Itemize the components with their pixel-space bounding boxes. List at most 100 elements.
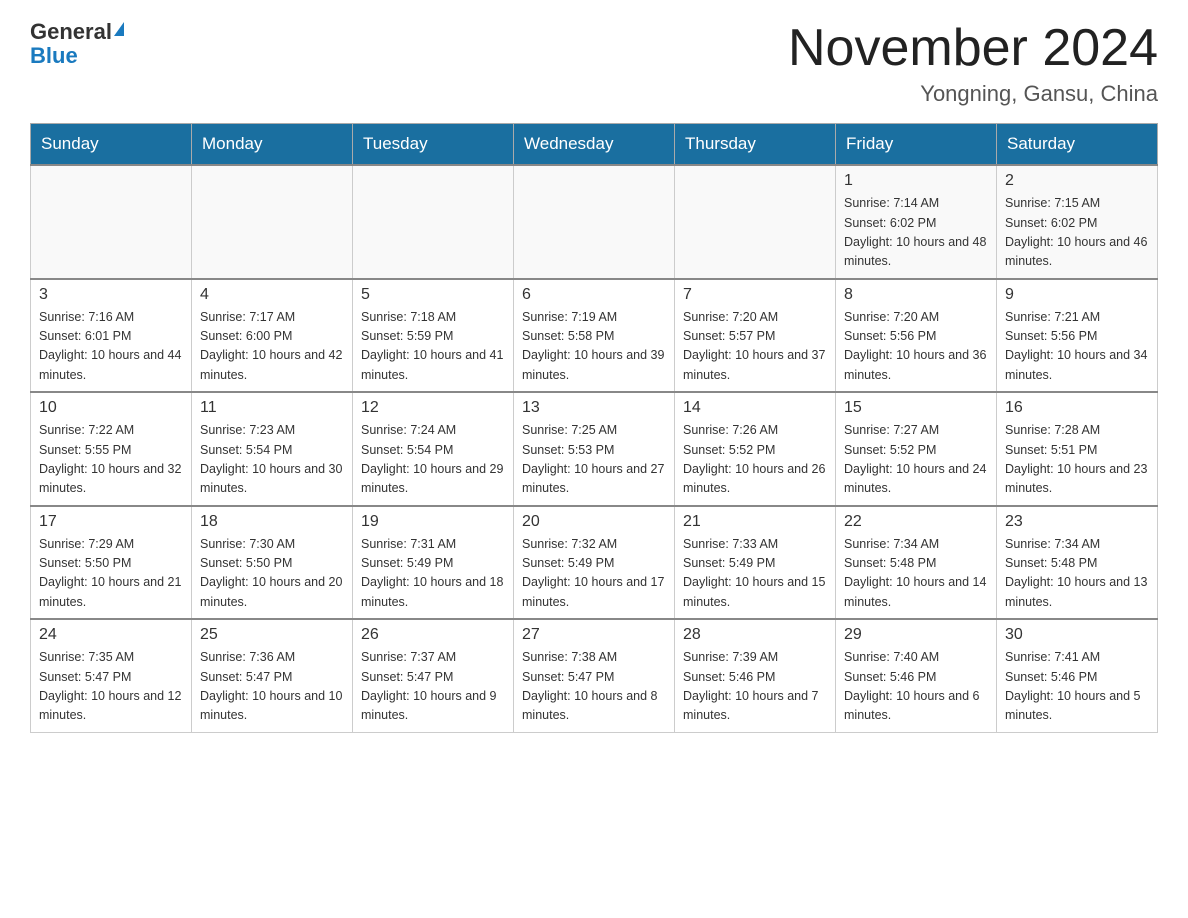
day-info-5: Sunrise: 7:18 AM Sunset: 5:59 PM Dayligh…: [361, 308, 505, 386]
day-number-27: 27: [522, 626, 666, 644]
day-cell-3-5: 22Sunrise: 7:34 AM Sunset: 5:48 PM Dayli…: [836, 506, 997, 620]
day-number-8: 8: [844, 286, 988, 304]
calendar-table: Sunday Monday Tuesday Wednesday Thursday…: [30, 123, 1158, 733]
day-info-2: Sunrise: 7:15 AM Sunset: 6:02 PM Dayligh…: [1005, 194, 1149, 272]
week-row-4: 24 Sunrise: 7:35 AM Sunset: 5:47 PM Dayli…: [31, 619, 1158, 732]
day-info-23: Sunrise: 7:34 AM Sunset: 5:48 PM Dayligh…: [1005, 535, 1149, 613]
header-sunday: Sunday: [31, 124, 192, 166]
header-tuesday: Tuesday: [353, 124, 514, 166]
day-cell-1-4: 7 Sunrise: 7:20 AM Sunset: 5:57 PM Daylig…: [675, 279, 836, 393]
logo-triangle-icon: [114, 22, 124, 36]
day-number-26: 26: [361, 626, 505, 644]
day-cell-2-2: 12Sunrise: 7:24 AM Sunset: 5:54 PM Dayli…: [353, 392, 514, 506]
week-row-3: 17 Sunrise: 7:29 AM Sunset: 5:50 PM Dayli…: [31, 506, 1158, 620]
day-number-21: 21: [683, 513, 827, 531]
day-info-13: Sunrise: 7:25 AM Sunset: 5:53 PM Dayligh…: [522, 421, 666, 499]
day-number-30: 30: [1005, 626, 1149, 644]
day-cell-0-1: [192, 165, 353, 279]
day-info-20: Sunrise: 7:32 AM Sunset: 5:49 PM Dayligh…: [522, 535, 666, 613]
day-number-6: 6: [522, 286, 666, 304]
day-cell-4-2: 26 Sunrise: 7:37 AM Sunset: 5:47 PM Dayli…: [353, 619, 514, 732]
day-info-15: Sunrise: 7:27 AM Sunset: 5:52 PM Dayligh…: [844, 421, 988, 499]
day-cell-4-1: 25 Sunrise: 7:36 AM Sunset: 5:47 PM Dayli…: [192, 619, 353, 732]
day-cell-3-4: 21Sunrise: 7:33 AM Sunset: 5:49 PM Dayli…: [675, 506, 836, 620]
logo-general: General: [30, 19, 112, 44]
day-cell-1-2: 5Sunrise: 7:18 AM Sunset: 5:59 PM Daylig…: [353, 279, 514, 393]
day-cell-0-3: [514, 165, 675, 279]
day-cell-2-0: 10 Sunrise: 7:22 AM Sunset: 5:55 PM Dayli…: [31, 392, 192, 506]
day-number-23: 23: [1005, 513, 1149, 531]
day-info-9: Sunrise: 7:21 AM Sunset: 5:56 PM Dayligh…: [1005, 308, 1149, 386]
day-cell-3-1: 18Sunrise: 7:30 AM Sunset: 5:50 PM Dayli…: [192, 506, 353, 620]
days-of-week-row: Sunday Monday Tuesday Wednesday Thursday…: [31, 124, 1158, 166]
header-friday: Friday: [836, 124, 997, 166]
day-number-11: 11: [200, 399, 344, 417]
day-number-10: 10: [39, 399, 183, 417]
title-area: November 2024 Yongning, Gansu, China: [788, 20, 1158, 107]
day-number-20: 20: [522, 513, 666, 531]
day-info-25: Sunrise: 7:36 AM Sunset: 5:47 PM Dayligh…: [200, 648, 344, 726]
day-info-3: Sunrise: 7:16 AM Sunset: 6:01 PM Dayligh…: [39, 308, 183, 386]
day-cell-0-6: 2Sunrise: 7:15 AM Sunset: 6:02 PM Daylig…: [997, 165, 1158, 279]
day-number-28: 28: [683, 626, 827, 644]
day-number-17: 17: [39, 513, 183, 531]
day-number-7: 7: [683, 286, 827, 304]
day-cell-2-1: 11 Sunrise: 7:23 AM Sunset: 5:54 PM Dayli…: [192, 392, 353, 506]
day-cell-4-0: 24 Sunrise: 7:35 AM Sunset: 5:47 PM Dayli…: [31, 619, 192, 732]
day-info-29: Sunrise: 7:40 AM Sunset: 5:46 PM Dayligh…: [844, 648, 988, 726]
day-info-26: Sunrise: 7:37 AM Sunset: 5:47 PM Dayligh…: [361, 648, 505, 726]
day-info-6: Sunrise: 7:19 AM Sunset: 5:58 PM Dayligh…: [522, 308, 666, 386]
day-info-30: Sunrise: 7:41 AM Sunset: 5:46 PM Dayligh…: [1005, 648, 1149, 726]
week-row-0: 1Sunrise: 7:14 AM Sunset: 6:02 PM Daylig…: [31, 165, 1158, 279]
day-info-22: Sunrise: 7:34 AM Sunset: 5:48 PM Dayligh…: [844, 535, 988, 613]
day-number-12: 12: [361, 399, 505, 417]
day-number-24: 24: [39, 626, 183, 644]
day-number-14: 14: [683, 399, 827, 417]
day-number-16: 16: [1005, 399, 1149, 417]
header-wednesday: Wednesday: [514, 124, 675, 166]
day-info-14: Sunrise: 7:26 AM Sunset: 5:52 PM Dayligh…: [683, 421, 827, 499]
day-info-24: Sunrise: 7:35 AM Sunset: 5:47 PM Dayligh…: [39, 648, 183, 726]
logo-text: General Blue: [30, 20, 124, 68]
day-info-8: Sunrise: 7:20 AM Sunset: 5:56 PM Dayligh…: [844, 308, 988, 386]
week-row-1: 3 Sunrise: 7:16 AM Sunset: 6:01 PM Daylig…: [31, 279, 1158, 393]
day-info-7: Sunrise: 7:20 AM Sunset: 5:57 PM Dayligh…: [683, 308, 827, 386]
location-title: Yongning, Gansu, China: [788, 81, 1158, 107]
day-number-4: 4: [200, 286, 344, 304]
day-cell-2-6: 16 Sunrise: 7:28 AM Sunset: 5:51 PM Dayli…: [997, 392, 1158, 506]
header-monday: Monday: [192, 124, 353, 166]
day-number-29: 29: [844, 626, 988, 644]
day-cell-3-2: 19Sunrise: 7:31 AM Sunset: 5:49 PM Dayli…: [353, 506, 514, 620]
day-number-1: 1: [844, 172, 988, 190]
day-info-4: Sunrise: 7:17 AM Sunset: 6:00 PM Dayligh…: [200, 308, 344, 386]
day-cell-4-3: 27Sunrise: 7:38 AM Sunset: 5:47 PM Dayli…: [514, 619, 675, 732]
day-cell-0-2: [353, 165, 514, 279]
day-number-9: 9: [1005, 286, 1149, 304]
day-cell-1-5: 8 Sunrise: 7:20 AM Sunset: 5:56 PM Daylig…: [836, 279, 997, 393]
day-cell-3-0: 17 Sunrise: 7:29 AM Sunset: 5:50 PM Dayli…: [31, 506, 192, 620]
logo: General Blue: [30, 20, 124, 68]
month-title: November 2024: [788, 20, 1158, 77]
day-number-15: 15: [844, 399, 988, 417]
day-cell-1-0: 3 Sunrise: 7:16 AM Sunset: 6:01 PM Daylig…: [31, 279, 192, 393]
day-info-17: Sunrise: 7:29 AM Sunset: 5:50 PM Dayligh…: [39, 535, 183, 613]
day-number-19: 19: [361, 513, 505, 531]
day-cell-4-5: 29 Sunrise: 7:40 AM Sunset: 5:46 PM Dayli…: [836, 619, 997, 732]
day-info-10: Sunrise: 7:22 AM Sunset: 5:55 PM Dayligh…: [39, 421, 183, 499]
day-info-28: Sunrise: 7:39 AM Sunset: 5:46 PM Dayligh…: [683, 648, 827, 726]
day-cell-1-6: 9 Sunrise: 7:21 AM Sunset: 5:56 PM Daylig…: [997, 279, 1158, 393]
day-number-13: 13: [522, 399, 666, 417]
day-number-18: 18: [200, 513, 344, 531]
day-cell-0-5: 1Sunrise: 7:14 AM Sunset: 6:02 PM Daylig…: [836, 165, 997, 279]
day-cell-2-5: 15 Sunrise: 7:27 AM Sunset: 5:52 PM Dayli…: [836, 392, 997, 506]
day-cell-1-1: 4 Sunrise: 7:17 AM Sunset: 6:00 PM Daylig…: [192, 279, 353, 393]
day-cell-2-3: 13 Sunrise: 7:25 AM Sunset: 5:53 PM Dayli…: [514, 392, 675, 506]
day-cell-0-0: [31, 165, 192, 279]
logo-blue: Blue: [30, 43, 78, 68]
day-number-25: 25: [200, 626, 344, 644]
day-number-3: 3: [39, 286, 183, 304]
day-info-16: Sunrise: 7:28 AM Sunset: 5:51 PM Dayligh…: [1005, 421, 1149, 499]
day-cell-2-4: 14 Sunrise: 7:26 AM Sunset: 5:52 PM Dayli…: [675, 392, 836, 506]
week-row-2: 10 Sunrise: 7:22 AM Sunset: 5:55 PM Dayli…: [31, 392, 1158, 506]
day-info-11: Sunrise: 7:23 AM Sunset: 5:54 PM Dayligh…: [200, 421, 344, 499]
